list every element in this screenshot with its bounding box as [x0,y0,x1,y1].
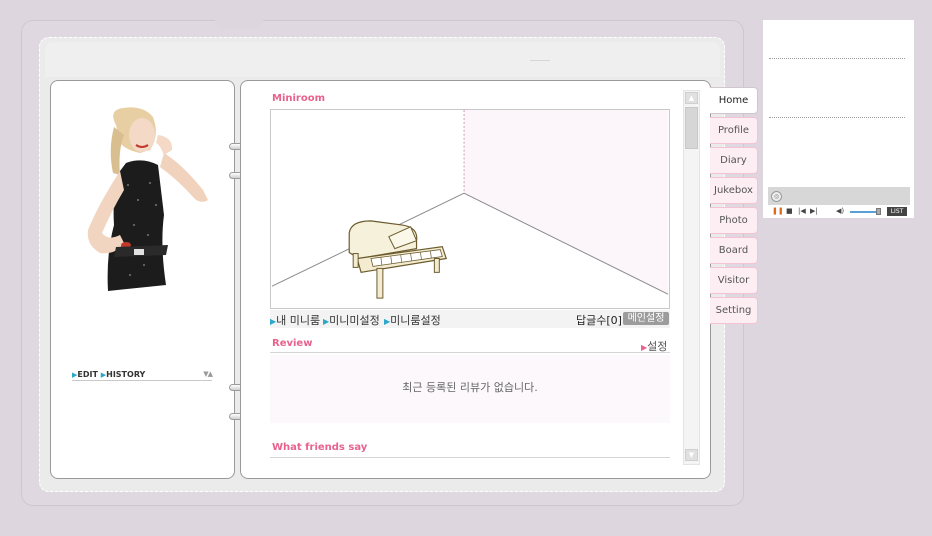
tab-visitor[interactable]: Visitor [710,267,758,294]
reply-count: 답글수[0] [576,314,622,327]
volume-icon: ◀) [836,207,845,215]
edit-history-bar: ▶EDIT ▶HISTORY ▼▲ [72,370,213,381]
tab-home[interactable]: Home [710,87,758,114]
divider [769,58,905,59]
tab-setting[interactable]: Setting [710,297,758,324]
binder-header [45,42,720,77]
main-setting-button[interactable]: 메인설정 [623,312,669,325]
tab-diary[interactable]: Diary [710,147,758,174]
my-miniroom-link[interactable]: ▶내 미니룸 [270,312,320,328]
minimi-setting-link[interactable]: ▶미니미설정 [323,312,380,328]
tab-board[interactable]: Board [710,237,758,264]
miniroom-links-bar: ▶내 미니룸 ▶미니미설정 ▶미니룸설정 답글수[0] 메인설정 [270,310,670,328]
review-empty-message: 최근 등록된 리뷰가 없습니다. [270,355,670,423]
binder-notch [215,19,263,29]
miniroom-setting-link[interactable]: ▶미니룸설정 [384,312,441,328]
player-controls: ❚❚ ■ |◀ ▶| ◀) LIST [768,207,910,217]
review-title: Review [272,338,313,349]
divider [769,117,905,118]
miniroom-view[interactable] [270,109,670,309]
tab-jukebox[interactable]: Jukebox [710,177,758,204]
scroll-down-icon[interactable]: ▼ [685,449,698,461]
next-icon[interactable]: ▶| [810,207,818,215]
music-player: ◎ ❚❚ ■ |◀ ▶| ◀) LIST [763,20,914,218]
piano-icon [348,220,448,299]
stop-icon[interactable]: ■ [786,207,793,215]
friends-title: What friends say [272,442,368,453]
now-playing-bar [768,187,910,205]
divider [270,457,670,458]
cd-icon: ◎ [771,191,782,202]
binder-header-mark [530,60,550,61]
scroll-thumb[interactable] [685,107,698,149]
prev-icon[interactable]: |◀ [798,207,806,215]
expand-arrows-icon[interactable]: ▼▲ [203,370,213,378]
miniroom-title: Miniroom [272,93,326,104]
tab-profile[interactable]: Profile [710,117,758,144]
history-link[interactable]: HISTORY [106,370,145,379]
tab-photo[interactable]: Photo [710,207,758,234]
scrollbar[interactable]: ▲ ▼ [683,90,700,465]
scroll-up-icon[interactable]: ▲ [685,92,698,104]
profile-photo[interactable] [68,105,214,293]
volume-knob[interactable] [876,208,881,215]
playlist-button[interactable]: LIST [887,207,907,216]
divider [270,352,670,353]
pause-icon[interactable]: ❚❚ [772,207,784,215]
edit-link[interactable]: EDIT [77,370,98,379]
